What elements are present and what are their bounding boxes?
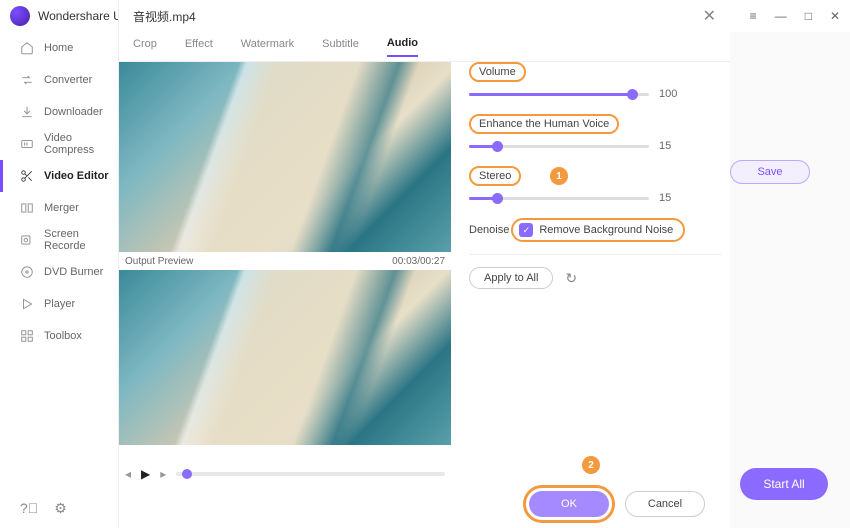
sidebar-item-editor[interactable]: Video Editor	[0, 160, 118, 192]
sidebar-item-label: Screen Recorde	[44, 228, 118, 252]
sidebar-item-label: DVD Burner	[44, 266, 103, 278]
check-icon: ✓	[519, 223, 533, 237]
minimize-icon[interactable]: —	[775, 9, 787, 23]
start-all-button[interactable]: Start All	[740, 468, 828, 500]
sidebar-item-label: Video Editor	[44, 170, 109, 182]
convert-icon	[20, 73, 34, 87]
annotation-marker-2: 2	[582, 456, 600, 474]
sidebar-item-merger[interactable]: Merger	[0, 192, 118, 224]
compress-icon	[20, 137, 34, 151]
editor-modal: 音视频.mp4 ✕ Crop Effect Watermark Subtitle…	[118, 0, 730, 528]
tab-watermark[interactable]: Watermark	[241, 38, 294, 56]
enhance-label: Enhance the Human Voice	[469, 114, 619, 134]
sidebar-item-toolbox[interactable]: Toolbox	[0, 320, 118, 352]
sidebar-item-label: Merger	[44, 202, 79, 214]
scissors-icon	[20, 169, 34, 183]
volume-slider[interactable]	[469, 93, 649, 96]
save-button[interactable]: Save	[730, 160, 810, 184]
source-preview	[119, 62, 451, 252]
sidebar-item-recorder[interactable]: Screen Recorde	[0, 224, 118, 256]
prev-button[interactable]: ◂	[125, 467, 131, 481]
modal-title: 音视频.mp4	[133, 8, 703, 25]
tab-crop[interactable]: Crop	[133, 38, 157, 56]
denoise-label: Denoise	[469, 224, 509, 236]
tab-subtitle[interactable]: Subtitle	[322, 38, 359, 56]
sidebar-item-compress[interactable]: Video Compress	[0, 128, 118, 160]
app-logo-icon	[10, 6, 30, 26]
download-icon	[20, 105, 34, 119]
tab-effect[interactable]: Effect	[185, 38, 213, 56]
sidebar-item-label: Downloader	[44, 106, 103, 118]
volume-value: 100	[659, 88, 677, 100]
rec-icon	[20, 233, 34, 247]
output-preview-label: Output Preview	[125, 256, 193, 267]
close-icon[interactable]: ✕	[830, 9, 840, 23]
modal-close-icon[interactable]: ✕	[703, 6, 716, 26]
enhance-value: 15	[659, 140, 671, 152]
stereo-slider[interactable]	[469, 197, 649, 200]
hamburger-icon[interactable]: ≡	[750, 9, 757, 23]
output-preview	[119, 270, 451, 445]
home-icon	[20, 41, 34, 55]
annotation-marker-1: 1	[550, 167, 568, 185]
apply-to-all-button[interactable]: Apply to All	[469, 267, 553, 289]
play-button[interactable]: ▶	[141, 467, 150, 481]
progress-slider[interactable]	[176, 472, 445, 476]
reset-icon[interactable]: ↻	[565, 270, 577, 287]
help-icon[interactable]: ?⃝	[20, 500, 38, 516]
timecode: 00:03/00:27	[392, 256, 445, 267]
stereo-label: Stereo	[469, 166, 521, 186]
ok-button[interactable]: OK	[529, 491, 609, 517]
next-button[interactable]: ▸	[160, 467, 166, 481]
stereo-value: 15	[659, 192, 671, 204]
sidebar-item-label: Video Compress	[44, 132, 118, 156]
sidebar-item-downloader[interactable]: Downloader	[0, 96, 118, 128]
sidebar-item-label: Home	[44, 42, 73, 54]
enhance-slider[interactable]	[469, 145, 649, 148]
remove-bg-noise-checkbox[interactable]: ✓ Remove Background Noise	[511, 218, 685, 242]
sidebar-item-label: Converter	[44, 74, 92, 86]
merge-icon	[20, 201, 34, 215]
sidebar-item-label: Toolbox	[44, 330, 82, 342]
maximize-icon[interactable]: □	[805, 9, 812, 23]
settings-icon[interactable]: ⚙	[54, 500, 67, 517]
sidebar-item-converter[interactable]: Converter	[0, 64, 118, 96]
grid-icon	[20, 329, 34, 343]
tab-audio[interactable]: Audio	[387, 37, 418, 57]
sidebar-item-home[interactable]: Home	[0, 32, 118, 64]
sidebar-item-dvd[interactable]: DVD Burner	[0, 256, 118, 288]
cancel-button[interactable]: Cancel	[625, 491, 705, 517]
disc-icon	[20, 265, 34, 279]
volume-label: Volume	[469, 62, 526, 82]
play-icon	[20, 297, 34, 311]
sidebar-item-player[interactable]: Player	[0, 288, 118, 320]
sidebar-item-label: Player	[44, 298, 75, 310]
